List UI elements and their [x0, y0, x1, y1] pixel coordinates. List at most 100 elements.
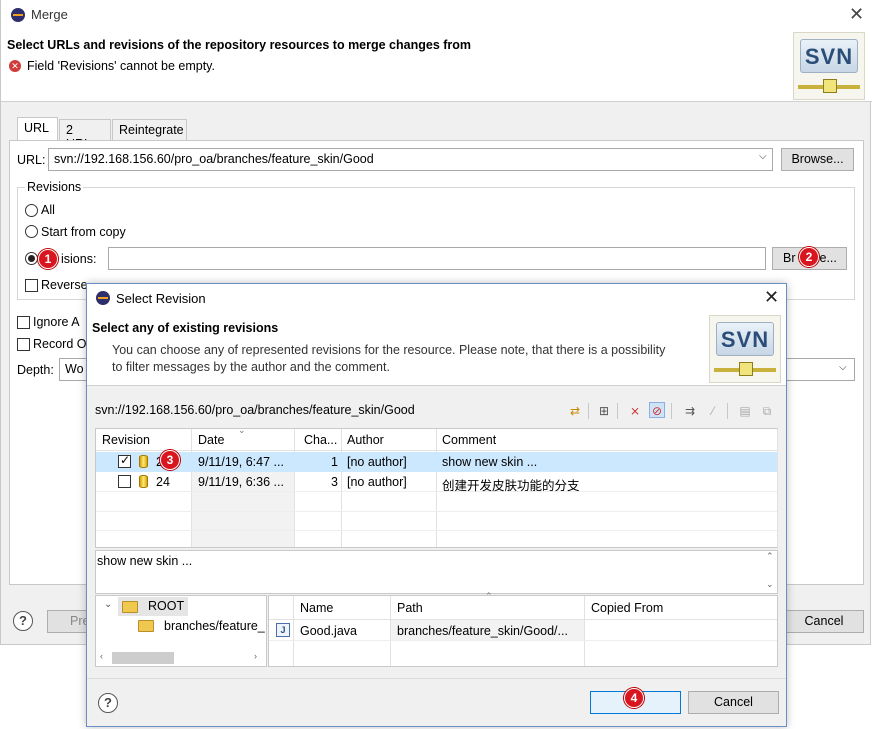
scroll-left-icon[interactable]: ‹ [100, 651, 103, 661]
dialog-close-icon[interactable]: ✕ [764, 288, 779, 306]
row-date: 9/11/19, 6:36 ... [198, 475, 284, 489]
clear-filter-icon[interactable]: ⨯ [627, 403, 643, 419]
dialog-title: Select Revision [116, 291, 206, 306]
tree-root-label: ROOT [148, 599, 185, 613]
folder-icon [138, 620, 154, 632]
col-name[interactable]: Name [300, 601, 333, 615]
annotation-badge-2: 2 [799, 247, 819, 267]
horizontal-scrollbar[interactable] [112, 652, 174, 664]
toolbar-separator [588, 403, 589, 419]
dialog-cancel-label: Cancel [714, 695, 753, 709]
help-icon[interactable]: ? [13, 611, 33, 631]
tree-child-node[interactable]: branches/feature_ [136, 617, 266, 636]
tree-root-node[interactable]: ROOT [118, 597, 188, 616]
radio-start-from-copy[interactable] [25, 225, 38, 238]
tab-2-urls[interactable]: 2 URLs [59, 119, 111, 151]
dialog-banner-title: Select any of existing revisions [92, 321, 279, 335]
svn-logo-text: SVN [800, 39, 858, 73]
dialog-cancel-button[interactable]: Cancel [688, 691, 779, 714]
prev-page-icon[interactable]: ▤ [737, 403, 753, 419]
toolbar-separator [671, 403, 672, 419]
url-label: URL: [17, 153, 46, 167]
annotation-badge-3: 3 [160, 450, 180, 470]
col-date[interactable]: Date [198, 433, 224, 447]
comment-text: show new skin ... [97, 554, 193, 568]
toolbar-separator [617, 403, 618, 419]
paths-table: Name Path ⌃ Copied From J Good.java bran… [268, 591, 778, 667]
tab-reintegrate[interactable]: Reintegrate [112, 119, 187, 141]
expand-icon[interactable]: ⇉ [682, 403, 698, 419]
annotation-badge-1: 1 [38, 249, 58, 269]
browse-revisions-label: Br [783, 251, 796, 265]
scroll-down-icon[interactable]: ⌄ [766, 579, 774, 590]
dialog-titlebar: Select Revision ✕ [87, 284, 786, 312]
row-comment: 创建开发皮肤功能的分支 [442, 479, 580, 493]
row-checkbox[interactable] [118, 475, 131, 488]
col-path[interactable]: Path [397, 601, 423, 615]
reverse-merge-checkbox[interactable] [25, 279, 38, 292]
col-changes[interactable]: Cha... [304, 433, 337, 447]
row-revision: 24 [156, 475, 170, 489]
tab-reintegrate-label: Reintegrate [119, 123, 184, 137]
row-checkbox[interactable] [118, 453, 131, 468]
url-combo[interactable]: svn://192.168.156.60/pro_oa/branches/fea… [48, 148, 773, 171]
depth-combo-value: Wo [65, 362, 84, 376]
dialog-help-icon[interactable]: ? [98, 693, 118, 713]
merge-titlebar: Merge ✕ [1, 0, 872, 30]
url-combo-value: svn://192.168.156.60/pro_oa/branches/fea… [54, 152, 374, 166]
merge-cancel-label: Cancel [804, 614, 844, 628]
tree-expand-icon[interactable]: ⌄ [104, 599, 112, 610]
col-revision[interactable]: Revision [102, 433, 150, 447]
path-tree: ⌄ ROOT branches/feature_ ‹ › [95, 595, 267, 667]
radio-revisions[interactable] [25, 252, 38, 265]
table-row[interactable]: J Good.java branches/feature_skin/Good/.… [269, 620, 777, 640]
browse-button[interactable]: Browse... [781, 148, 854, 171]
ignore-ancestry-checkbox[interactable] [17, 316, 30, 329]
table-row[interactable]: 24 9/11/19, 6:36 ... 3 [no author] 创建开发皮… [96, 472, 777, 493]
scroll-right-icon[interactable]: › [254, 651, 257, 661]
edit-icon[interactable]: ⁄ [705, 403, 721, 419]
toolbar-separator [727, 403, 728, 419]
record-only-label: Record O [33, 337, 87, 351]
radio-start-from-copy-label: Start from copy [41, 225, 126, 239]
table-row[interactable]: 2 9/11/19, 6:47 ... 1 [no author] show n… [96, 452, 777, 472]
col-comment[interactable]: Comment [442, 433, 496, 447]
path-row-path: branches/feature_skin/Good/... [397, 624, 568, 638]
radio-all[interactable] [25, 204, 38, 217]
dialog-svn-logo-text: SVN [716, 322, 774, 356]
chevron-down-icon[interactable]: ⌵ [759, 151, 767, 162]
row-author: [no author] [347, 475, 407, 489]
eclipse-app-icon [11, 8, 25, 22]
depth-label: Depth: [17, 363, 54, 377]
revision-icon [139, 475, 148, 488]
dialog-svn-logo: SVN [709, 315, 781, 383]
revision-icon [139, 455, 148, 468]
dialog-banner: Select any of existing revisions You can… [87, 312, 786, 386]
select-revision-dialog: Select Revision ✕ Select any of existing… [86, 283, 787, 727]
refresh-icon[interactable]: ⇄ [567, 403, 583, 419]
folder-icon [122, 601, 138, 613]
dialog-banner-description-1: You can choose any of represented revisi… [112, 343, 666, 357]
ignore-ancestry-label: Ignore A [33, 315, 80, 329]
java-file-icon: J [276, 623, 290, 637]
row-author: [no author] [347, 455, 407, 469]
tab-url-label: URL [24, 121, 50, 135]
path-row-name: Good.java [300, 624, 357, 638]
show-all-icon[interactable]: ⊞ [596, 403, 612, 419]
record-only-checkbox[interactable] [17, 338, 30, 351]
svn-logo: SVN [793, 32, 865, 100]
col-copied-from[interactable]: Copied From [591, 601, 663, 615]
comment-textarea[interactable]: show new skin ... ⌃ ⌄ [95, 550, 778, 594]
col-author[interactable]: Author [347, 433, 384, 447]
filter-icon[interactable]: ⊘ [649, 402, 665, 418]
merge-banner-title: Select URLs and revisions of the reposit… [7, 38, 472, 52]
revisions-input[interactable] [108, 247, 766, 270]
scroll-up-icon[interactable]: ⌃ [766, 551, 774, 562]
tab-url[interactable]: URL [17, 117, 58, 141]
close-icon[interactable]: ✕ [849, 5, 864, 23]
depth-chevron-down-icon[interactable]: ⌵ [839, 362, 847, 373]
next-page-icon[interactable]: ⧉ [759, 403, 775, 419]
merge-cancel-button[interactable]: Cancel [784, 610, 864, 633]
dialog-banner-description-2: to filter messages by the author and the… [112, 360, 390, 374]
browse-revisions-label-tail: e... [819, 251, 837, 265]
